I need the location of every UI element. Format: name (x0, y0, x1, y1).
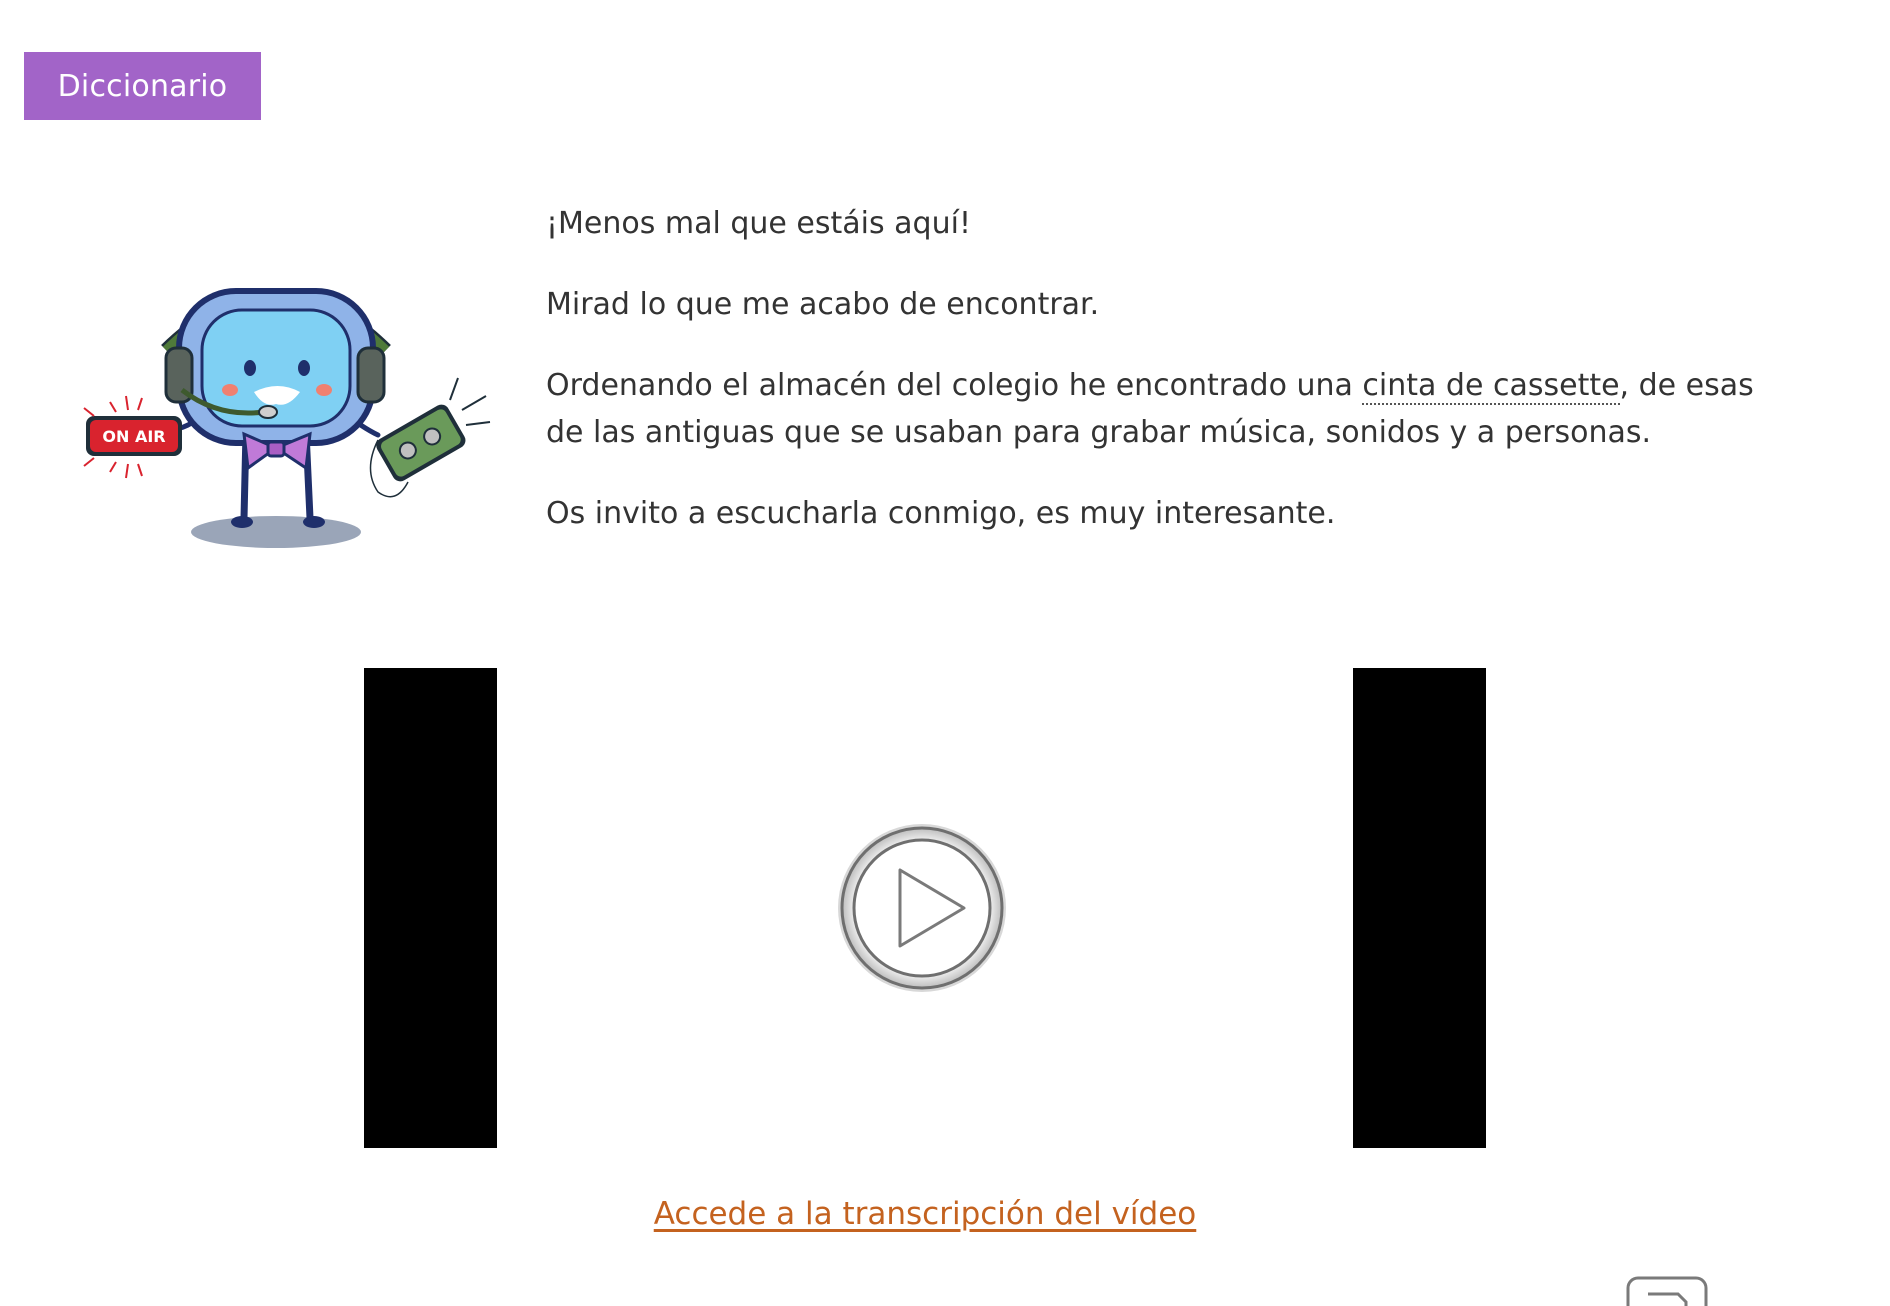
intro-text: ¡Menos mal que estáis aquí! Mirad lo que… (546, 200, 1786, 571)
intro-line-3-start: Ordenando el almacén del colegio he enco… (546, 368, 1363, 403)
transcript-link-container: Accede a la transcripción del vídeo (0, 1196, 1850, 1232)
intro-line-2: Mirad lo que me acabo de encontrar. (546, 287, 1100, 322)
radio-mascot-illustration: ON AIR (78, 270, 500, 560)
on-air-label: ON AIR (102, 427, 165, 446)
video-letterbox-right (1353, 668, 1486, 1148)
document-icon[interactable] (1626, 1276, 1710, 1306)
play-button[interactable] (834, 820, 1010, 996)
intro-line-4: Os invito a escucharla conmigo, es muy i… (546, 496, 1336, 531)
play-icon (838, 824, 1006, 992)
dictionary-button[interactable]: Diccionario (24, 52, 261, 120)
video-player[interactable] (364, 668, 1486, 1148)
intro-line-3: Ordenando el almacén del colegio he enco… (546, 362, 1786, 456)
video-letterbox-left (364, 668, 497, 1148)
intro-line-1: ¡Menos mal que estáis aquí! (546, 206, 971, 241)
video-transcript-link[interactable]: Accede a la transcripción del vídeo (654, 1196, 1197, 1232)
glossary-term-cassette[interactable]: cinta de cassette (1362, 368, 1620, 405)
